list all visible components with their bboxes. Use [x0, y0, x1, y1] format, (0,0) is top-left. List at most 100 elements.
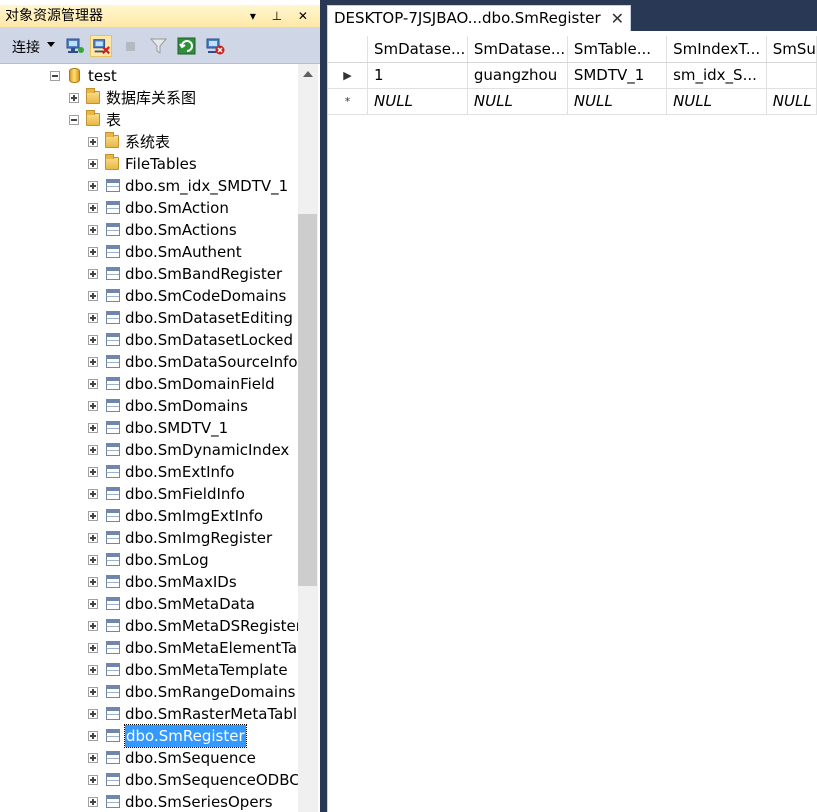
- grid-cell[interactable]: guangzhou: [467, 62, 568, 89]
- expand-icon[interactable]: [88, 203, 98, 213]
- tree-node-table[interactable]: dbo.SmDataSourceInfo: [0, 351, 298, 373]
- tree-node-table[interactable]: dbo.SmDomains: [0, 395, 298, 417]
- grid-cell[interactable]: sm_idx_S...: [666, 62, 767, 89]
- expand-icon[interactable]: [88, 731, 98, 741]
- tree-node-tables[interactable]: 表: [0, 109, 298, 131]
- tree-node-table[interactable]: dbo.SMDTV_1: [0, 417, 298, 439]
- close-icon[interactable]: ✕: [611, 6, 624, 31]
- grid-cell[interactable]: NULL: [766, 88, 817, 115]
- column-header[interactable]: SmIndexT...: [666, 36, 767, 63]
- expand-icon[interactable]: [88, 247, 98, 257]
- filter-icon[interactable]: [148, 35, 170, 57]
- column-header[interactable]: SmDatase...: [367, 36, 468, 63]
- expand-icon[interactable]: [88, 775, 98, 785]
- tree-node-table[interactable]: dbo.SmMetaDSRegister: [0, 615, 298, 637]
- grid-cell[interactable]: 1: [367, 62, 468, 89]
- expand-icon[interactable]: [88, 269, 98, 279]
- expand-icon[interactable]: [88, 159, 98, 169]
- expand-icon[interactable]: [88, 379, 98, 389]
- tree-scrollbar[interactable]: [298, 64, 318, 812]
- table-row[interactable]: ▶ 1 guangzhou SMDTV_1 sm_idx_S...: [328, 62, 817, 89]
- expand-icon[interactable]: [69, 93, 79, 103]
- expand-icon[interactable]: [88, 335, 98, 345]
- expand-icon[interactable]: [88, 401, 98, 411]
- column-header[interactable]: SmSu: [766, 36, 817, 63]
- close-connection-icon[interactable]: [204, 35, 226, 57]
- expand-icon[interactable]: [88, 709, 98, 719]
- tree-node-table[interactable]: dbo.SmSeriesOpers: [0, 791, 298, 812]
- connect-object-explorer-icon[interactable]: [64, 35, 86, 57]
- tree-node-table[interactable]: dbo.sm_idx_SMDTV_1: [0, 175, 298, 197]
- expand-icon[interactable]: [88, 511, 98, 521]
- expand-icon[interactable]: [88, 797, 98, 807]
- tree-node-table[interactable]: dbo.SmSequenceODBC: [0, 769, 298, 791]
- tree-node-table[interactable]: dbo.SmMetaData: [0, 593, 298, 615]
- tree-node-table[interactable]: dbo.SmRegister: [0, 724, 298, 748]
- expand-icon[interactable]: [88, 753, 98, 763]
- expand-icon[interactable]: [88, 533, 98, 543]
- grid-cell[interactable]: NULL: [666, 88, 767, 115]
- connect-dropdown-icon[interactable]: [47, 42, 55, 47]
- expand-icon[interactable]: [88, 445, 98, 455]
- grid-cell[interactable]: NULL: [567, 88, 668, 115]
- scroll-up-icon[interactable]: [303, 71, 313, 77]
- expand-icon[interactable]: [88, 313, 98, 323]
- tree-node-system-tables[interactable]: 系统表: [0, 131, 298, 153]
- expand-icon[interactable]: [88, 357, 98, 367]
- expand-icon[interactable]: [88, 555, 98, 565]
- grid-cell[interactable]: NULL: [467, 88, 568, 115]
- expand-icon[interactable]: [88, 291, 98, 301]
- tree-node-table[interactable]: dbo.SmActions: [0, 219, 298, 241]
- refresh-icon[interactable]: [176, 35, 198, 57]
- tree-node-table[interactable]: dbo.SmRasterMetaTabl: [0, 703, 298, 725]
- tree-node-table[interactable]: dbo.SmMaxIDs: [0, 571, 298, 593]
- column-header[interactable]: SmTable...: [567, 36, 668, 63]
- expand-icon[interactable]: [88, 489, 98, 499]
- tree-node-table[interactable]: dbo.SmExtInfo: [0, 461, 298, 483]
- column-header[interactable]: SmDatase...: [467, 36, 568, 63]
- scrollbar-thumb[interactable]: [298, 214, 317, 586]
- panel-window-buttons[interactable]: ▾ ⊥ ✕: [250, 5, 314, 27]
- grid-corner-cell[interactable]: [328, 36, 368, 63]
- tree-node-table[interactable]: dbo.SmImgRegister: [0, 527, 298, 549]
- tree-node-filetables[interactable]: FileTables: [0, 153, 298, 175]
- tree-node-database[interactable]: test: [0, 65, 298, 87]
- disconnect-icon[interactable]: [90, 35, 112, 57]
- tree-node-table[interactable]: dbo.SmRangeDomains: [0, 681, 298, 703]
- tree-node-table[interactable]: dbo.SmAuthent: [0, 241, 298, 263]
- connect-button[interactable]: 连接: [12, 37, 40, 57]
- expand-icon[interactable]: [88, 687, 98, 697]
- tree-node-table[interactable]: dbo.SmFieldInfo: [0, 483, 298, 505]
- tree-node-table[interactable]: dbo.SmDatasetEditing: [0, 307, 298, 329]
- tree-node-table[interactable]: dbo.SmLog: [0, 549, 298, 571]
- current-row-marker-icon[interactable]: ▶: [328, 62, 368, 89]
- tree-node-table[interactable]: dbo.SmAction: [0, 197, 298, 219]
- tree-node-table[interactable]: dbo.SmDomainField: [0, 373, 298, 395]
- tree-node-table[interactable]: dbo.SmCodeDomains: [0, 285, 298, 307]
- expand-icon[interactable]: [88, 423, 98, 433]
- expand-icon[interactable]: [88, 467, 98, 477]
- expand-icon[interactable]: [88, 643, 98, 653]
- grid-cell[interactable]: [766, 62, 817, 89]
- expand-icon[interactable]: [88, 577, 98, 587]
- tab-smregister[interactable]: DESKTOP-7JSJBAO...dbo.SmRegister ✕: [327, 5, 631, 31]
- tree-node-table[interactable]: dbo.SmImgExtInfo: [0, 505, 298, 527]
- expand-icon[interactable]: [88, 621, 98, 631]
- new-row-marker-icon[interactable]: *: [328, 88, 368, 115]
- tree-node-table[interactable]: dbo.SmMetaElementTa: [0, 637, 298, 659]
- tree-node-diagrams[interactable]: 数据库关系图: [0, 87, 298, 109]
- collapse-icon[interactable]: [50, 71, 60, 81]
- collapse-icon[interactable]: [69, 115, 79, 125]
- tree-node-table[interactable]: dbo.SmDynamicIndex: [0, 439, 298, 461]
- expand-icon[interactable]: [88, 181, 98, 191]
- expand-icon[interactable]: [88, 599, 98, 609]
- expand-icon[interactable]: [88, 137, 98, 147]
- tree-node-table[interactable]: dbo.SmBandRegister: [0, 263, 298, 285]
- expand-icon[interactable]: [88, 225, 98, 235]
- stop-icon[interactable]: [120, 35, 142, 57]
- grid-cell[interactable]: NULL: [367, 88, 468, 115]
- tree-node-table[interactable]: dbo.SmMetaTemplate: [0, 659, 298, 681]
- new-row[interactable]: * NULL NULL NULL NULL NULL: [328, 88, 817, 115]
- grid-cell[interactable]: SMDTV_1: [567, 62, 668, 89]
- tree-node-table[interactable]: dbo.SmDatasetLocked: [0, 329, 298, 351]
